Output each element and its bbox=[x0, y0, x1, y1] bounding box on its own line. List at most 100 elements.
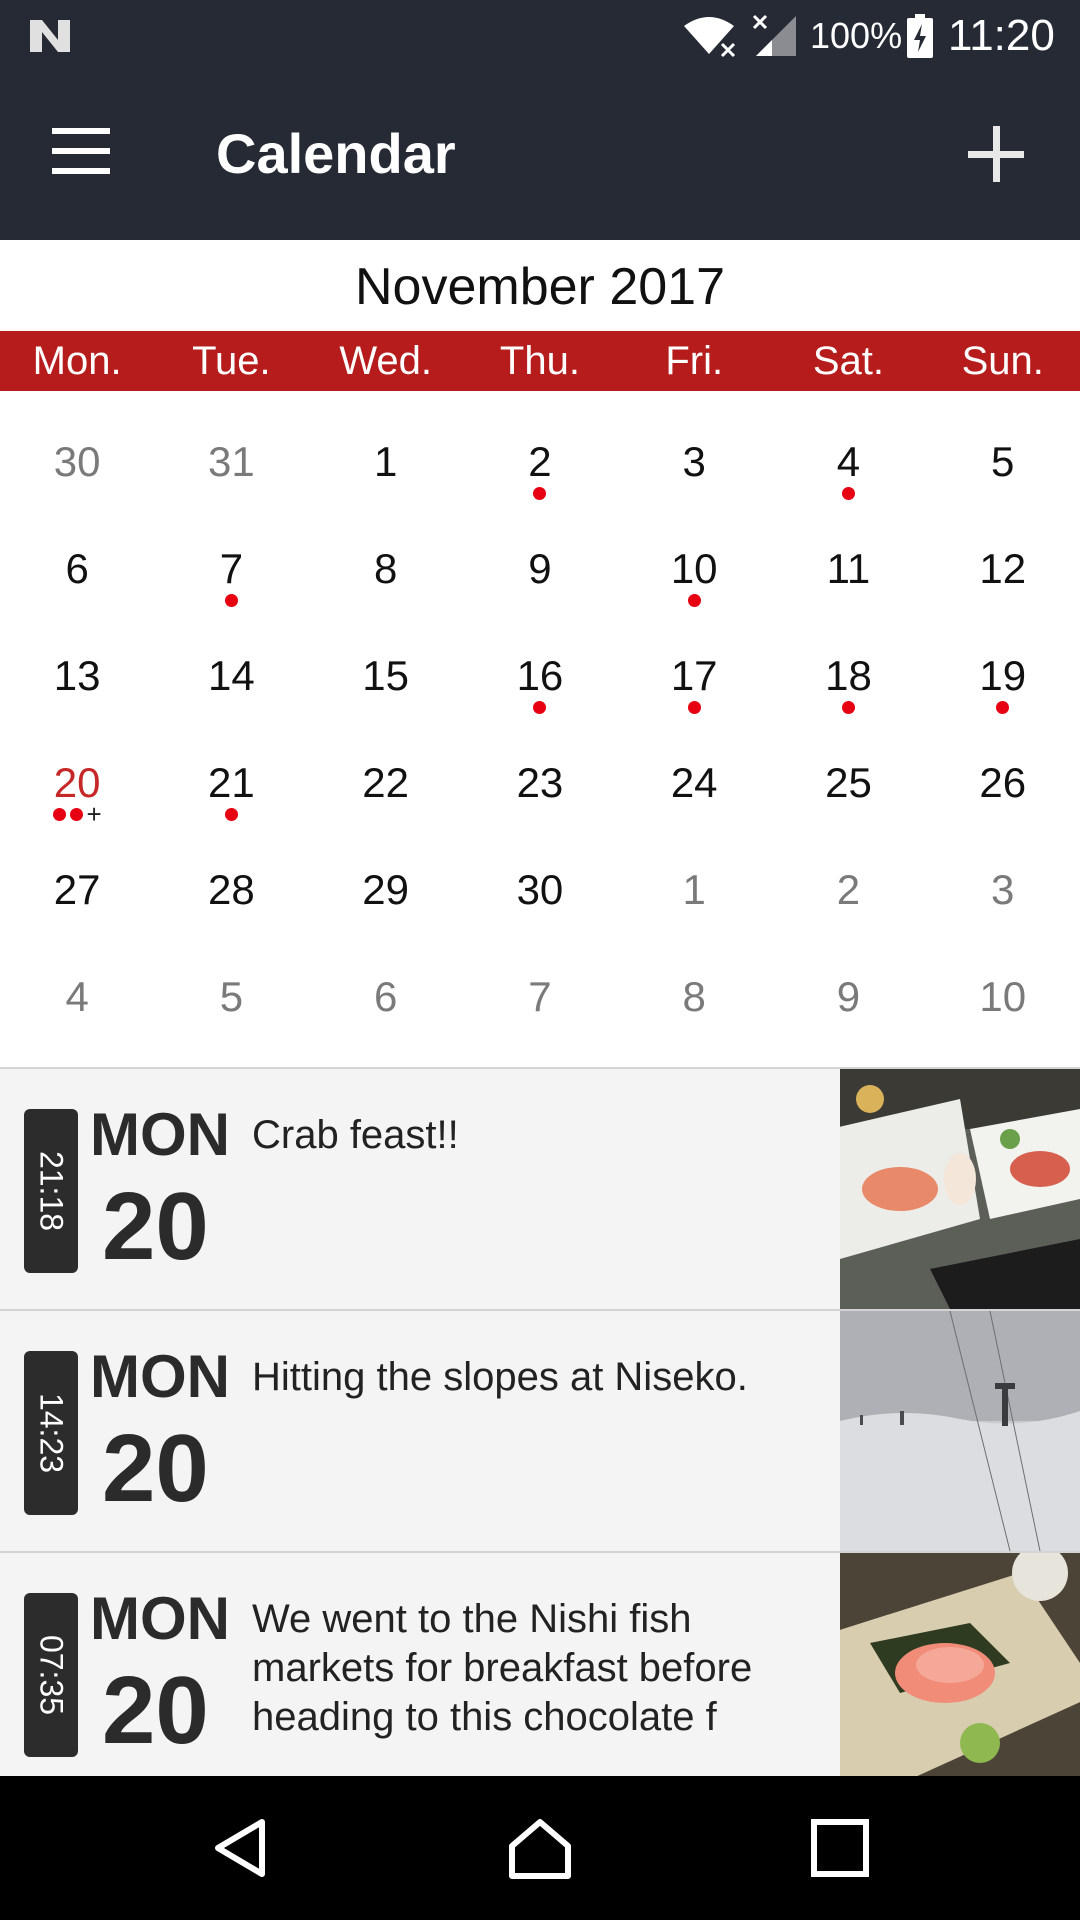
calendar-day[interactable]: 26 bbox=[926, 730, 1080, 837]
crab-photo-thumbnail[interactable] bbox=[840, 1069, 1080, 1309]
calendar-day[interactable]: 19 bbox=[926, 623, 1080, 730]
calendar-day[interactable]: 3 bbox=[617, 409, 771, 516]
entry-item[interactable]: 07:35 MON 20 We went to the Nishi fish m… bbox=[0, 1553, 1080, 1776]
page-title: Calendar bbox=[216, 122, 456, 185]
sashimi-photo-thumbnail[interactable] bbox=[840, 1553, 1080, 1776]
entry-weekday: MON bbox=[90, 1101, 230, 1168]
day-number: 31 bbox=[208, 438, 255, 485]
status-bar: 100% 11:20 bbox=[0, 0, 1080, 72]
calendar-day[interactable]: 27 bbox=[0, 837, 154, 944]
day-number: 28 bbox=[208, 866, 255, 913]
add-entry-button[interactable] bbox=[962, 122, 1030, 190]
calendar-day[interactable]: 6 bbox=[309, 944, 463, 1051]
calendar-week-row: 30 31 1 2 3 4 5 bbox=[0, 409, 1080, 516]
calendar-day[interactable]: 15 bbox=[309, 623, 463, 730]
calendar-day[interactable]: 5 bbox=[154, 944, 308, 1051]
day-number: 12 bbox=[979, 545, 1027, 592]
day-number: 3 bbox=[991, 866, 1015, 913]
calendar-day[interactable]: 31 bbox=[154, 409, 308, 516]
event-dot bbox=[224, 593, 238, 607]
calendar-day[interactable]: 17 bbox=[617, 623, 771, 730]
calendar-day[interactable]: 13 bbox=[0, 623, 154, 730]
event-dot bbox=[533, 486, 547, 500]
entry-time-badge: 07:35 bbox=[24, 1593, 78, 1757]
calendar-day[interactable]: 9 bbox=[463, 516, 617, 623]
entry-item[interactable]: 14:23 MON 20 Hitting the slopes at Nisek… bbox=[0, 1311, 1080, 1553]
event-indicator bbox=[154, 807, 308, 821]
weekday-label: Wed. bbox=[339, 339, 432, 383]
calendar-day[interactable]: 29 bbox=[309, 837, 463, 944]
event-dot bbox=[687, 700, 701, 714]
day-number: 2 bbox=[836, 866, 861, 913]
entry-time-badge: 21:18 bbox=[24, 1109, 78, 1273]
ski-slope-photo-thumbnail[interactable] bbox=[840, 1311, 1080, 1551]
event-dot bbox=[687, 593, 701, 607]
calendar-day[interactable]: 1 bbox=[309, 409, 463, 516]
day-number: 9 bbox=[836, 973, 861, 1020]
event-dot bbox=[841, 486, 855, 500]
calendar-day[interactable]: 9 bbox=[771, 944, 925, 1051]
calendar-day[interactable]: 28 bbox=[154, 837, 308, 944]
calendar-day[interactable]: 10 bbox=[617, 516, 771, 623]
cell-signal-icon bbox=[752, 14, 796, 56]
calendar-day[interactable]: 4 bbox=[0, 944, 154, 1051]
calendar-day[interactable]: 30 bbox=[463, 837, 617, 944]
entry-time: 07:35 bbox=[33, 1634, 70, 1716]
calendar-day[interactable]: 5 bbox=[926, 409, 1080, 516]
calendar-day[interactable]: 8 bbox=[617, 944, 771, 1051]
calendar-day[interactable]: 6 bbox=[0, 516, 154, 623]
calendar-day[interactable]: 14 bbox=[154, 623, 308, 730]
calendar-day[interactable]: 30 bbox=[0, 409, 154, 516]
calendar-week-row: 27 28 29 30 1 2 3 bbox=[0, 837, 1080, 944]
calendar-week-row: 13 14 15 16 17 18 19 bbox=[0, 623, 1080, 730]
calendar-day[interactable]: 7 bbox=[463, 944, 617, 1051]
entry-time: 21:18 bbox=[33, 1150, 70, 1232]
day-number: 1 bbox=[373, 438, 398, 485]
event-indicator bbox=[926, 700, 1080, 714]
day-number: 29 bbox=[362, 866, 410, 913]
calendar-week-row: 20 +21 22 23 24 25 26 bbox=[0, 730, 1080, 837]
entry-weekday: MON bbox=[90, 1585, 230, 1652]
calendar-day[interactable]: 2 bbox=[771, 837, 925, 944]
calendar-day[interactable]: 1 bbox=[617, 837, 771, 944]
calendar-day[interactable]: 8 bbox=[309, 516, 463, 623]
weekday-label: Fri. bbox=[665, 339, 724, 383]
calendar-day[interactable]: 22 bbox=[309, 730, 463, 837]
event-indicator bbox=[617, 700, 771, 714]
back-icon[interactable] bbox=[208, 1816, 272, 1880]
calendar-day[interactable]: 10 bbox=[926, 944, 1080, 1051]
day-number: 15 bbox=[362, 652, 410, 699]
day-number: 1 bbox=[682, 866, 706, 913]
calendar-day[interactable]: 16 bbox=[463, 623, 617, 730]
calendar-week-row: 4 5 6 7 8 9 10 bbox=[0, 944, 1080, 1051]
calendar-grid: 30 31 1 2 3 4 5 6 7 8 9 10 11 12 13 14 15 16 17 18 19 20 +21 22… bbox=[0, 409, 1080, 1051]
calendar-day[interactable]: 2 bbox=[463, 409, 617, 516]
calendar-day[interactable]: 24 bbox=[617, 730, 771, 837]
calendar-day[interactable]: 12 bbox=[926, 516, 1080, 623]
event-dot bbox=[224, 807, 238, 821]
recent-apps-icon[interactable] bbox=[808, 1816, 872, 1880]
calendar-day[interactable]: 25 bbox=[771, 730, 925, 837]
day-number: 7 bbox=[528, 973, 552, 1020]
entry-list: 21:18 MON 20 Crab feast!! 14:23 MON 20 H… bbox=[0, 1067, 1080, 1776]
calendar-day[interactable]: 7 bbox=[154, 516, 308, 623]
calendar-day[interactable]: 21 bbox=[154, 730, 308, 837]
day-number: 11 bbox=[826, 545, 871, 592]
calendar-day-today[interactable]: 20 + bbox=[0, 730, 154, 837]
entry-time: 14:23 bbox=[33, 1392, 70, 1474]
menu-icon[interactable] bbox=[52, 128, 112, 176]
calendar-day[interactable]: 23 bbox=[463, 730, 617, 837]
calendar-day[interactable]: 4 bbox=[771, 409, 925, 516]
more-events-indicator: + bbox=[86, 799, 102, 829]
calendar-day[interactable]: 18 bbox=[771, 623, 925, 730]
system-nav-bar bbox=[0, 1776, 1080, 1920]
day-number: 6 bbox=[65, 545, 89, 592]
home-icon[interactable] bbox=[508, 1816, 572, 1880]
event-indicator bbox=[463, 700, 617, 714]
entry-item[interactable]: 21:18 MON 20 Crab feast!! bbox=[0, 1069, 1080, 1311]
calendar-day[interactable]: 11 bbox=[771, 516, 925, 623]
day-number: 26 bbox=[979, 759, 1027, 806]
event-indicator bbox=[463, 486, 617, 500]
day-number: 25 bbox=[825, 759, 872, 806]
calendar-day[interactable]: 3 bbox=[926, 837, 1080, 944]
